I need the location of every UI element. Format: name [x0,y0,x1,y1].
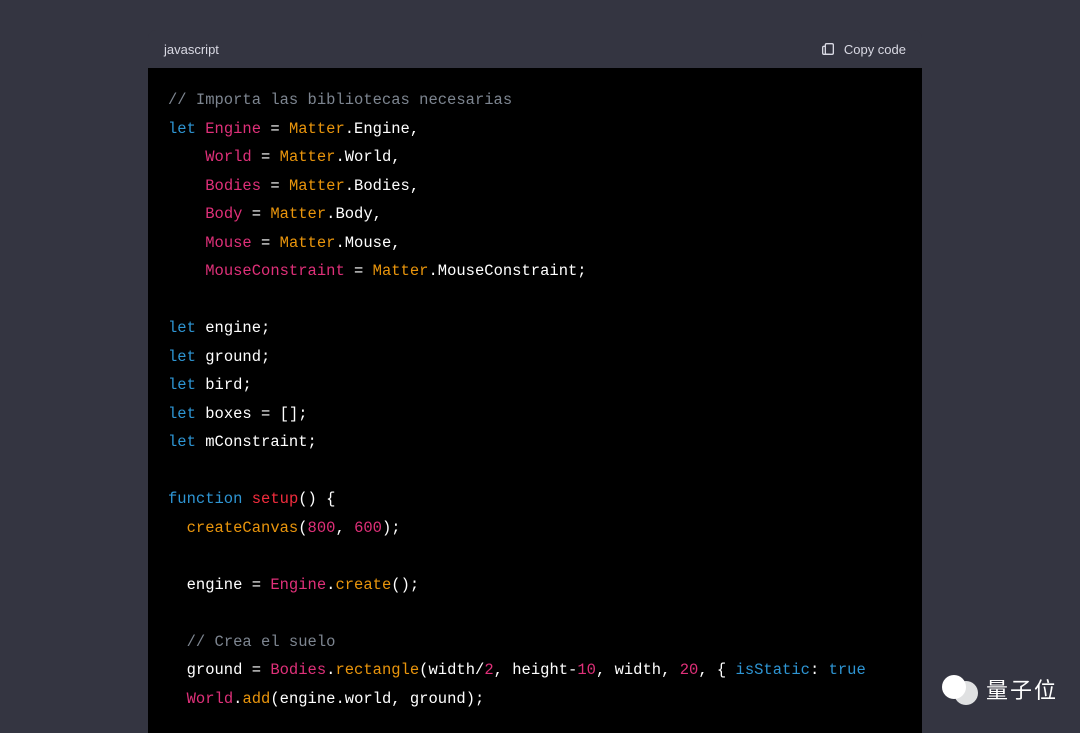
number-literal: 800 [308,519,336,537]
language-label: javascript [164,42,219,57]
number-literal: 2 [484,661,493,679]
function-name: setup [252,490,299,508]
keyword-function: function [168,490,242,508]
identifier: Body [205,205,242,223]
property: isStatic [736,661,810,679]
class-name: Matter [270,205,326,223]
class-name: Matter [280,148,336,166]
copy-code-button[interactable]: Copy code [820,41,906,57]
code-header: javascript Copy code [148,30,922,68]
variable: ground [205,348,261,366]
keyword-let: let [168,120,196,138]
function-call: rectangle [335,661,419,679]
identifier: Mouse [205,234,252,252]
copy-code-label: Copy code [844,42,906,57]
number-literal: 20 [680,661,699,679]
identifier: MouseConstraint [205,262,345,280]
keyword-let: let [168,319,196,337]
code-comment: // Importa las bibliotecas necesarias [168,91,512,109]
keyword-let: let [168,433,196,451]
number-literal: 10 [577,661,596,679]
function-call: create [335,576,391,594]
variable: engine [205,319,261,337]
identifier: Engine [270,576,326,594]
watermark-text: 量子位 [986,673,1058,705]
clipboard-icon [820,41,836,57]
watermark: 量子位 [942,671,1058,707]
class-name: Matter [289,120,345,138]
keyword-let: let [168,348,196,366]
class-name: Matter [373,262,429,280]
code-block: javascript Copy code // Importa las bibl… [148,30,922,733]
variable: width [615,661,662,679]
function-call: add [242,690,270,708]
number-literal: 600 [354,519,382,537]
function-call: createCanvas [187,519,299,537]
code-comment: // Crea el suelo [187,633,336,651]
property: world [345,690,392,708]
identifier: Bodies [270,661,326,679]
keyword-let: let [168,405,196,423]
variable: mConstraint [205,433,307,451]
variable: boxes [205,405,252,423]
identifier: World [187,690,234,708]
wechat-icon [942,671,978,707]
boolean-literal: true [829,661,866,679]
identifier: Engine [205,120,261,138]
variable: height [512,661,568,679]
code-body[interactable]: // Importa las bibliotecas necesarias le… [148,68,922,733]
identifier: Bodies [205,177,261,195]
class-name: Matter [289,177,345,195]
identifier: World [205,148,252,166]
class-name: Matter [280,234,336,252]
variable: width [428,661,475,679]
variable: bird [205,376,242,394]
keyword-let: let [168,376,196,394]
